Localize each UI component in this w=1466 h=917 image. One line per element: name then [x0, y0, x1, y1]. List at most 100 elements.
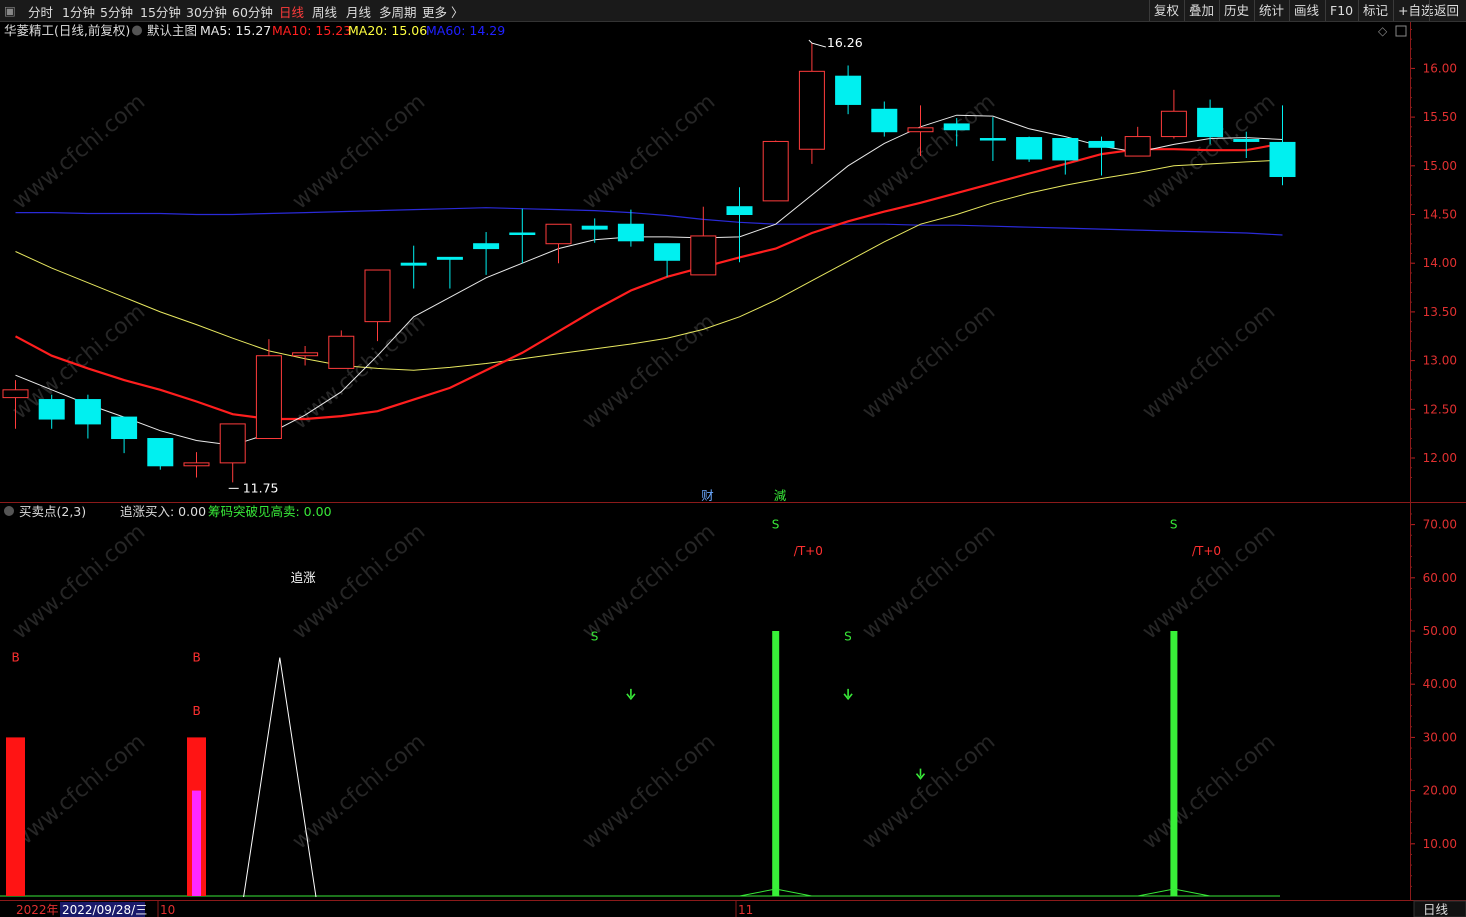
stock-title[interactable]: 华菱精工(日线,前复权)	[4, 23, 130, 38]
watermark-text: www.cfchi.com	[858, 299, 1000, 424]
month-tick-11: 11	[738, 903, 753, 917]
candle-23[interactable]	[835, 75, 862, 105]
watermark-text: www.cfchi.com	[858, 729, 1000, 854]
candle-4[interactable]	[147, 438, 174, 467]
down-arrow-icon	[626, 688, 636, 701]
watermark-text: www.cfchi.com	[578, 519, 720, 644]
price-tick-label: 16.00	[1423, 61, 1457, 75]
candle-34[interactable]	[1233, 139, 1260, 142]
watermark-text: www.cfchi.com	[858, 89, 1000, 214]
watermark-text: www.cfchi.com	[578, 89, 720, 214]
indicator-tick-label: 10.00	[1423, 837, 1457, 851]
candle-22[interactable]	[798, 70, 825, 150]
template-icon[interactable]	[132, 25, 142, 36]
event-marker-reduce: 減	[774, 488, 787, 503]
template-name: 默认主图	[147, 23, 197, 38]
indicator-name: 买卖点(2,3)	[19, 504, 86, 519]
indicator-tick-label: 50.00	[1423, 624, 1457, 638]
watermark-text: www.cfchi.com	[578, 309, 720, 434]
indicator-tick-label: 40.00	[1423, 677, 1457, 691]
candle-14[interactable]	[509, 232, 536, 236]
candle-25[interactable]	[907, 127, 934, 133]
indicator-tick-label: 30.00	[1423, 730, 1457, 744]
ma-legend-0: MA5: 15.27	[200, 23, 271, 38]
watermark-text: www.cfchi.com	[288, 309, 430, 434]
watermark-text: www.cfchi.com	[858, 519, 1000, 644]
watermark-text: www.cfchi.com	[288, 729, 430, 854]
candle-3[interactable]	[111, 416, 138, 440]
candle-12[interactable]	[436, 256, 463, 260]
stock-chart[interactable]: www.cfchi.com www.cfchi.com www.cfchi.com w…	[0, 0, 1466, 917]
low-label: 11.75	[243, 480, 279, 495]
candle-31[interactable]	[1124, 136, 1151, 157]
ma60-line	[15, 207, 1283, 236]
candle-29[interactable]	[1052, 138, 1079, 161]
watermark-text: www.cfchi.com	[1138, 299, 1280, 424]
price-tick-label: 13.50	[1423, 305, 1457, 319]
ma-legend-3: MA60: 14.29	[426, 23, 505, 38]
indicator-value-2: 筹码突破见高卖: 0.00	[208, 504, 332, 519]
watermark-text: www.cfchi.com	[1138, 729, 1280, 854]
period-label: 日线	[1423, 902, 1449, 917]
t0-mark: /T+0	[1192, 544, 1221, 558]
sell-mark: S	[844, 629, 852, 643]
candle-33[interactable]	[1197, 107, 1224, 138]
candle-9[interactable]	[328, 335, 355, 369]
indicator-value-1: 追涨买入: 0.00	[120, 504, 206, 519]
diamond-icon[interactable]: ◇	[1378, 24, 1388, 38]
high-label: 16.26	[827, 35, 863, 50]
candle-10[interactable]	[364, 269, 391, 323]
indicator-menu-icon[interactable]	[4, 506, 14, 516]
candle-11[interactable]	[400, 262, 427, 266]
candle-27[interactable]	[979, 138, 1006, 141]
current-date-label: 2022/09/28/三	[62, 903, 147, 917]
candlesticks	[2, 43, 1296, 483]
candle-1[interactable]	[38, 399, 65, 420]
watermark-text: www.cfchi.com	[288, 89, 430, 214]
ma20-line	[15, 159, 1283, 371]
candle-2[interactable]	[74, 399, 101, 425]
month-tick-10: 10	[160, 903, 175, 917]
price-tick-label: 14.00	[1423, 256, 1457, 270]
main-y-axis: 16.00 15.50 15.00 14.50 14.00 13.50 13.00 12.50…	[1410, 28, 1457, 478]
price-tick-label: 14.50	[1423, 208, 1457, 222]
candle-6[interactable]	[219, 423, 246, 464]
candle-5[interactable]	[183, 462, 210, 467]
sell-mark: S	[1170, 518, 1178, 532]
watermark-text: www.cfchi.com	[8, 729, 150, 854]
candle-13[interactable]	[473, 243, 500, 250]
indicator-tick-label: 70.00	[1423, 518, 1457, 532]
candle-26[interactable]	[943, 123, 970, 131]
red-bar	[6, 737, 25, 896]
candle-7[interactable]	[255, 355, 282, 440]
down-arrow-icon	[843, 688, 853, 701]
candle-8[interactable]	[292, 352, 319, 357]
price-tick-label: 13.00	[1423, 354, 1457, 368]
panel-toggle-icon[interactable]	[1395, 25, 1407, 37]
candle-18[interactable]	[654, 243, 681, 261]
bottom-date-bar: 2022年 2022/09/28/三 10 11 日线	[16, 900, 1466, 917]
indicator-tick-label: 60.00	[1423, 571, 1457, 585]
year-label: 2022年	[16, 903, 59, 917]
candle-0[interactable]	[2, 389, 29, 399]
candle-20[interactable]	[726, 206, 753, 215]
candle-35[interactable]	[1269, 141, 1296, 178]
ma-legend-2: MA20: 15.06	[348, 23, 427, 38]
candle-28[interactable]	[1016, 137, 1043, 160]
candle-32[interactable]	[1160, 110, 1187, 138]
zhuizhang-label: 追涨	[291, 570, 317, 585]
sell-mark: S	[772, 518, 780, 532]
event-marker-finance: 财	[701, 488, 714, 503]
candle-21[interactable]	[762, 140, 789, 202]
watermark-text: www.cfchi.com	[1138, 519, 1280, 644]
candle-16[interactable]	[581, 225, 608, 230]
sell-mark: S	[591, 629, 599, 643]
down-arrow-icon	[915, 768, 926, 780]
candle-17[interactable]	[617, 223, 644, 242]
ma-legend-1: MA10: 15.23	[272, 23, 351, 38]
indicator-tick-label: 20.00	[1423, 784, 1457, 798]
candle-15[interactable]	[545, 223, 572, 245]
candle-19[interactable]	[690, 235, 717, 276]
candle-30[interactable]	[1088, 140, 1115, 148]
candle-24[interactable]	[871, 108, 898, 133]
